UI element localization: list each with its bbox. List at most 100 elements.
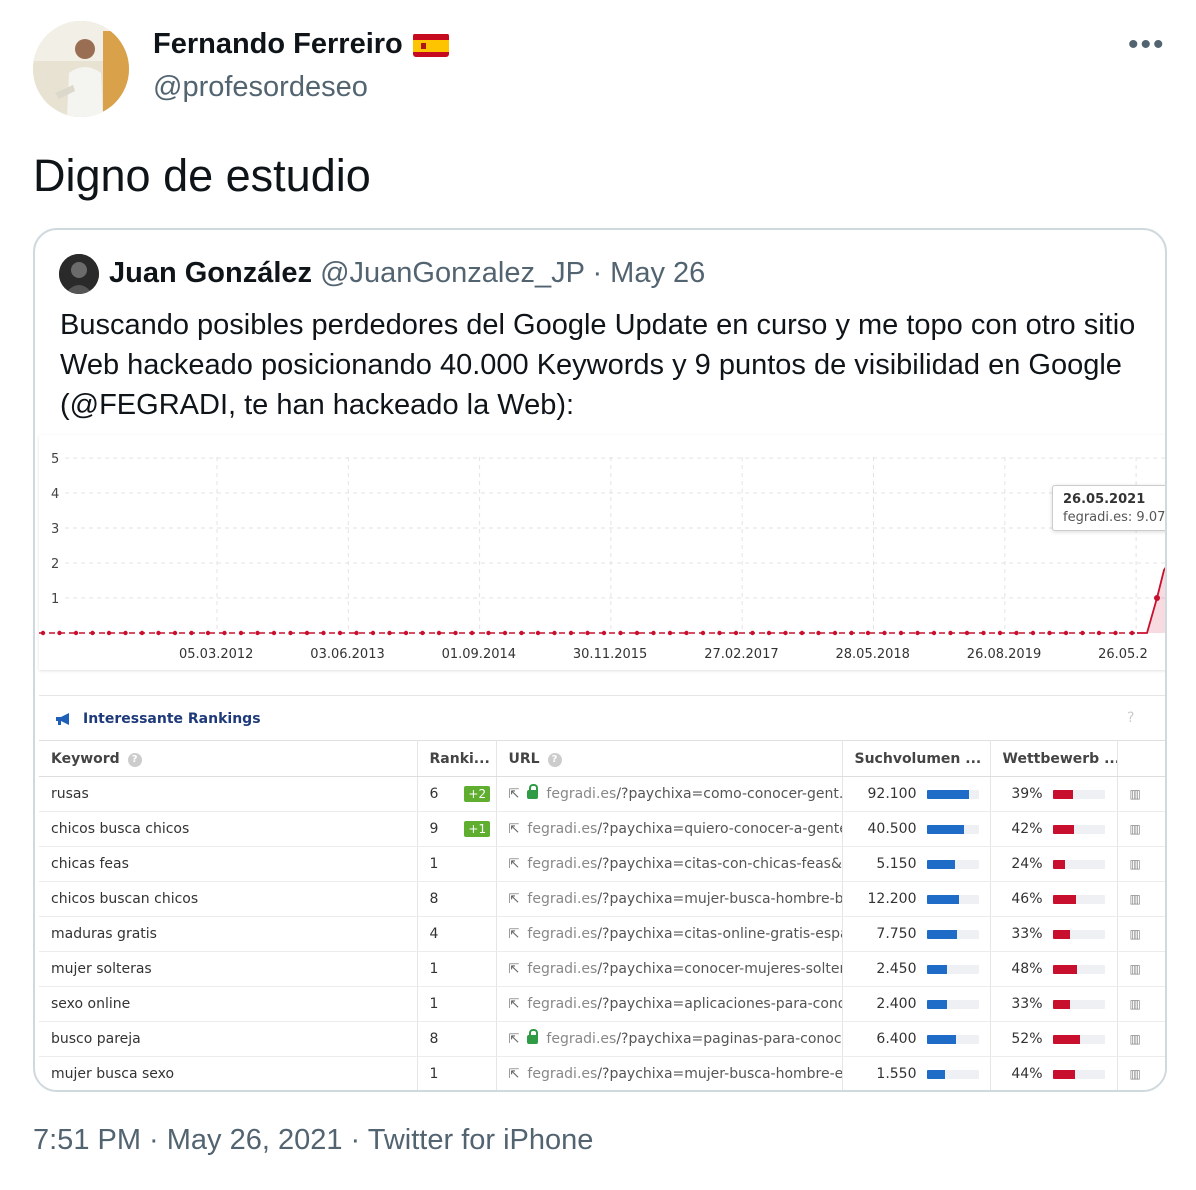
url-path[interactable]: /?paychixa=aplicaciones-para-cono... bbox=[597, 996, 841, 1012]
keyword-cell[interactable]: chicos buscan chicos bbox=[39, 881, 418, 917]
help-circle-icon[interactable]: ? bbox=[547, 752, 562, 767]
col-competition[interactable]: Wettbewerb ... bbox=[990, 740, 1118, 777]
rankings-table: Keyword? Ranki... URL? Suchvolumen ... W… bbox=[39, 740, 1165, 1090]
url-path[interactable]: /?paychixa=quiero-conocer-a-gente... bbox=[597, 821, 841, 837]
help-icon[interactable]: ? bbox=[1127, 710, 1134, 726]
external-link-icon[interactable]: ⇱ bbox=[509, 927, 520, 942]
series-point bbox=[568, 630, 574, 636]
author-avatar[interactable] bbox=[33, 21, 129, 117]
action-cell[interactable]: ▥ bbox=[1117, 1056, 1165, 1090]
url-cell[interactable]: ⇱ fegradi.es/?paychixa=citas-con-chicas-f… bbox=[496, 846, 843, 882]
bar-chart-icon[interactable]: ▥ bbox=[1130, 787, 1141, 801]
bar-chart-icon[interactable]: ▥ bbox=[1130, 927, 1141, 941]
bar-chart-icon[interactable]: ▥ bbox=[1130, 1067, 1141, 1081]
screenshot-image: 5 4 3 2 1 05.03.2012 03.06.2013 01.09.2014 30.11… bbox=[39, 435, 1165, 1090]
action-cell[interactable]: ▥ bbox=[1117, 846, 1165, 882]
url-cell[interactable]: ⇱ fegradi.es/?paychixa=como-conocer-gent.… bbox=[496, 776, 843, 812]
keyword-cell[interactable]: maduras gratis bbox=[39, 916, 418, 952]
bar-chart-icon[interactable]: ▥ bbox=[1130, 892, 1141, 906]
url-cell[interactable]: ⇱ fegradi.es/?paychixa=aplicaciones-para-… bbox=[496, 986, 843, 1022]
x-tick-label: 26.05.2 bbox=[1098, 647, 1148, 662]
external-link-icon[interactable]: ⇱ bbox=[509, 892, 520, 907]
external-link-icon[interactable]: ⇱ bbox=[509, 997, 520, 1012]
series-point bbox=[1047, 630, 1052, 636]
url-host[interactable]: fegradi.es bbox=[527, 996, 597, 1012]
external-link-icon[interactable]: ⇱ bbox=[509, 1032, 520, 1047]
url-host[interactable]: fegradi.es bbox=[527, 1066, 597, 1082]
url-path[interactable]: /?paychixa=paginas-para-conoc... bbox=[616, 1031, 841, 1047]
keyword-cell[interactable]: mujer solteras bbox=[39, 951, 418, 987]
series-point bbox=[519, 630, 524, 636]
series-point bbox=[337, 630, 343, 636]
url-host[interactable]: fegradi.es bbox=[527, 856, 597, 872]
action-cell[interactable]: ▥ bbox=[1117, 1021, 1165, 1057]
more-horizontal-icon[interactable]: ••• bbox=[1128, 30, 1166, 60]
bar-chart-icon[interactable]: ▥ bbox=[1130, 822, 1141, 836]
url-path[interactable]: /?paychixa=conocer-mujeres-solter... bbox=[597, 961, 841, 977]
competition-bar bbox=[1052, 1034, 1105, 1044]
url-path[interactable]: /?paychixa=mujer-busca-hombre-b... bbox=[597, 891, 841, 907]
volume-bar-fill bbox=[926, 929, 957, 939]
keyword-cell[interactable]: chicos busca chicos bbox=[39, 811, 418, 847]
author-name[interactable]: Fernando Ferreiro bbox=[153, 28, 449, 61]
action-cell[interactable]: ▥ bbox=[1117, 916, 1165, 952]
competition-bar bbox=[1052, 859, 1105, 869]
col-ranking[interactable]: Ranki... bbox=[417, 740, 497, 777]
series-point bbox=[865, 630, 871, 636]
url-cell[interactable]: ⇱ fegradi.es/?paychixa=mujer-busca-hombre… bbox=[496, 881, 843, 917]
keyword-cell[interactable]: mujer busca sexo bbox=[39, 1056, 418, 1090]
quoted-tweet[interactable]: Juan González @JuanGonzalez_JP · May 26 … bbox=[33, 228, 1167, 1092]
keyword-cell[interactable]: busco pareja bbox=[39, 1021, 418, 1057]
url-host[interactable]: fegradi.es bbox=[527, 961, 597, 977]
keyword-cell[interactable]: rusas bbox=[39, 776, 418, 812]
competition-bar-fill bbox=[1052, 824, 1075, 834]
url-host[interactable]: fegradi.es bbox=[527, 821, 597, 837]
quoted-handle[interactable]: @JuanGonzalez_JP bbox=[320, 257, 584, 289]
col-keyword[interactable]: Keyword? bbox=[39, 740, 418, 777]
help-circle-icon[interactable]: ? bbox=[127, 752, 142, 767]
col-url[interactable]: URL? bbox=[496, 740, 843, 777]
url-host[interactable]: fegradi.es bbox=[527, 891, 597, 907]
url-cell[interactable]: ⇱ fegradi.es/?paychixa=citas-online-grati… bbox=[496, 916, 843, 952]
volume-bar-fill bbox=[926, 824, 964, 834]
quoted-date[interactable]: · May 26 bbox=[592, 257, 705, 289]
rank-change-badge: +2 bbox=[464, 786, 491, 802]
x-tick-label: 27.02.2017 bbox=[704, 647, 778, 662]
keyword-cell[interactable]: chicas feas bbox=[39, 846, 418, 882]
action-cell[interactable]: ▥ bbox=[1117, 811, 1165, 847]
keyword-cell[interactable]: sexo online bbox=[39, 986, 418, 1022]
url-path[interactable]: /?paychixa=como-conocer-gent... bbox=[616, 786, 841, 802]
bar-chart-icon[interactable]: ▥ bbox=[1130, 857, 1141, 871]
external-link-icon[interactable]: ⇱ bbox=[509, 1067, 520, 1082]
col-volume[interactable]: Suchvolumen ... bbox=[842, 740, 991, 777]
bar-chart-icon[interactable]: ▥ bbox=[1130, 997, 1141, 1011]
volume-cell: 5.150 bbox=[842, 846, 991, 882]
external-link-icon[interactable]: ⇱ bbox=[509, 962, 520, 977]
external-link-icon[interactable]: ⇱ bbox=[509, 857, 520, 872]
competition-cell: 24% bbox=[990, 846, 1118, 882]
url-cell[interactable]: ⇱ fegradi.es/?paychixa=mujer-busca-hombre… bbox=[496, 1056, 843, 1090]
action-cell[interactable]: ▥ bbox=[1117, 986, 1165, 1022]
bar-chart-icon[interactable]: ▥ bbox=[1130, 1032, 1141, 1046]
bar-chart-icon[interactable]: ▥ bbox=[1130, 962, 1141, 976]
author-name-text[interactable]: Fernando Ferreiro bbox=[153, 28, 403, 61]
url-host[interactable]: fegradi.es bbox=[546, 786, 616, 802]
action-cell[interactable]: ▥ bbox=[1117, 951, 1165, 987]
author-handle[interactable]: @profesordeseo bbox=[153, 71, 368, 104]
quoted-avatar[interactable] bbox=[59, 254, 99, 294]
url-cell[interactable]: ⇱ fegradi.es/?paychixa=conocer-mujeres-so… bbox=[496, 951, 843, 987]
action-cell[interactable]: ▥ bbox=[1117, 776, 1165, 812]
quoted-name[interactable]: Juan González bbox=[109, 257, 312, 289]
url-cell[interactable]: ⇱ fegradi.es/?paychixa=paginas-para-conoc… bbox=[496, 1021, 843, 1057]
url-path[interactable]: /?paychixa=mujer-busca-hombre-e... bbox=[597, 1066, 841, 1082]
action-cell[interactable]: ▥ bbox=[1117, 881, 1165, 917]
series-point bbox=[1080, 630, 1085, 636]
external-link-icon[interactable]: ⇱ bbox=[509, 787, 520, 802]
url-cell[interactable]: ⇱ fegradi.es/?paychixa=quiero-conocer-a-g… bbox=[496, 811, 843, 847]
url-host[interactable]: fegradi.es bbox=[527, 926, 597, 942]
url-path[interactable]: /?paychixa=citas-online-gratis-espa... bbox=[597, 926, 841, 942]
tweet-footer[interactable]: 7:51 PM · May 26, 2021 · Twitter for iPh… bbox=[33, 1124, 593, 1157]
url-path[interactable]: /?paychixa=citas-con-chicas-feas&f... bbox=[597, 856, 841, 872]
external-link-icon[interactable]: ⇱ bbox=[509, 822, 520, 837]
url-host[interactable]: fegradi.es bbox=[546, 1031, 616, 1047]
